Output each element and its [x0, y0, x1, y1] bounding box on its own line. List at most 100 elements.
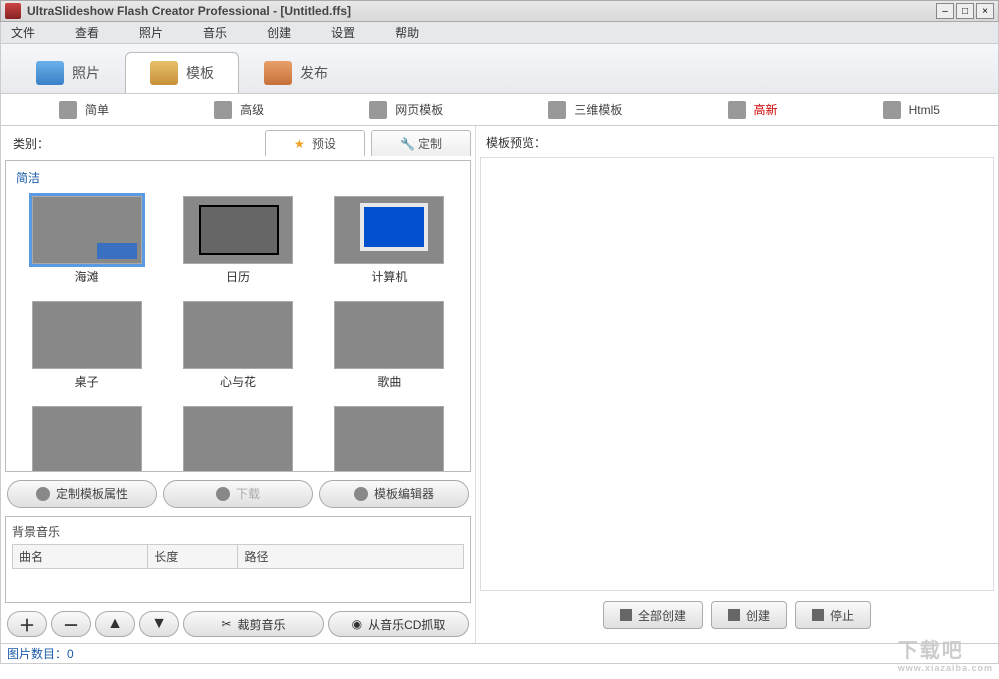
col-path[interactable]: 路径	[238, 544, 464, 568]
star-icon: ★	[294, 137, 308, 151]
cat-simple[interactable]: 简单	[41, 97, 127, 123]
html5-icon	[883, 101, 901, 119]
template-item[interactable]: 歌曲	[319, 301, 460, 390]
template-item[interactable]	[167, 406, 308, 472]
cat-new[interactable]: 高新	[710, 97, 796, 123]
bg-music-title: 背景音乐	[12, 521, 464, 544]
cat-html5[interactable]: Html5	[865, 97, 958, 123]
music-empty	[13, 568, 464, 598]
wrench-icon: 🔧	[400, 137, 414, 151]
left-panel: 类别： ★预设 🔧定制 简洁 海滩日历计算机桌子心与花歌曲 定制模板属性 下载 …	[1, 126, 476, 643]
cd-icon: ◉	[352, 617, 362, 631]
web-icon	[369, 101, 387, 119]
group-header: 简洁	[12, 167, 464, 192]
cat-web[interactable]: 网页模板	[351, 97, 461, 123]
tab-preset[interactable]: ★预设	[265, 130, 365, 156]
category-label: 类别：	[5, 131, 57, 156]
close-button[interactable]: ×	[976, 3, 994, 19]
maximize-button[interactable]: □	[956, 3, 974, 19]
music-down-button[interactable]: ▼	[139, 611, 179, 637]
template-list[interactable]: 简洁 海滩 日历 计算机桌子 心与花 歌曲	[5, 160, 471, 472]
music-from-cd-button[interactable]: ◉从音乐CD抓取	[328, 611, 469, 637]
templates-icon	[150, 61, 178, 85]
template-thumb	[334, 196, 444, 264]
template-thumb	[183, 406, 293, 472]
pencil-icon	[354, 487, 368, 501]
music-trim-button[interactable]: ✂裁剪音乐	[183, 611, 324, 637]
cat-advanced[interactable]: 高级	[196, 97, 282, 123]
preview-area	[480, 157, 994, 591]
menu-music[interactable]: 音乐	[203, 24, 227, 41]
double-arrow-down-icon	[620, 609, 632, 621]
template-editor-button[interactable]: 模板编辑器	[319, 480, 469, 508]
customize-template-button[interactable]: 定制模板属性	[7, 480, 157, 508]
music-add-button[interactable]: ＋	[7, 611, 47, 637]
template-thumb	[334, 301, 444, 369]
tab-publish[interactable]: 发布	[239, 52, 353, 93]
music-remove-button[interactable]: －	[51, 611, 91, 637]
template-item[interactable]: 计算机	[319, 196, 460, 285]
template-thumb	[334, 406, 444, 472]
tab-templates-label: 模板	[186, 63, 214, 83]
app-icon	[5, 3, 21, 19]
create-button[interactable]: 创建	[711, 601, 787, 629]
menu-settings[interactable]: 设置	[331, 24, 355, 41]
template-item[interactable]: 日历	[167, 196, 308, 285]
music-up-button[interactable]: ▲	[95, 611, 135, 637]
download-icon	[216, 487, 230, 501]
template-name: 心与花	[220, 373, 256, 390]
template-item[interactable]	[16, 406, 157, 472]
template-name: 桌子	[75, 373, 99, 390]
template-item[interactable]: 心与花	[167, 301, 308, 390]
tab-custom[interactable]: 🔧定制	[371, 130, 471, 156]
menubar: 文件 查看 照片 音乐 创建 设置 帮助	[0, 22, 999, 44]
photo-count: 图片数目：0	[7, 645, 74, 662]
main-tabs-bar: 照片 模板 发布	[0, 44, 999, 94]
template-name: 海滩	[75, 268, 99, 285]
tab-publish-label: 发布	[300, 63, 328, 83]
scissors-icon: ✂	[221, 617, 231, 631]
menu-help[interactable]: 帮助	[395, 24, 419, 41]
category-toolbar: 简单 高级 网页模板 三维模板 高新 Html5	[0, 94, 999, 126]
template-item[interactable]	[319, 406, 460, 472]
stop-button[interactable]: 停止	[795, 601, 871, 629]
template-item[interactable]: 桌子	[16, 301, 157, 390]
template-thumb	[32, 301, 142, 369]
template-name: 日历	[226, 268, 250, 285]
cat-3d[interactable]: 三维模板	[530, 97, 640, 123]
window-title: UltraSlideshow Flash Creator Professiona…	[27, 4, 936, 18]
template-name: 计算机	[371, 268, 407, 285]
menu-photo[interactable]: 照片	[139, 24, 163, 41]
menu-view[interactable]: 查看	[75, 24, 99, 41]
tab-photos[interactable]: 照片	[11, 52, 125, 93]
template-item[interactable]: 海滩	[16, 196, 157, 285]
new-icon	[728, 101, 746, 119]
music-table: 曲名 长度 路径	[12, 544, 464, 599]
stop-icon	[812, 609, 824, 621]
col-name[interactable]: 曲名	[13, 544, 148, 568]
main-area: 类别： ★预设 🔧定制 简洁 海滩日历计算机桌子心与花歌曲 定制模板属性 下载 …	[0, 126, 999, 644]
menu-create[interactable]: 创建	[267, 24, 291, 41]
simple-icon	[59, 101, 77, 119]
col-length[interactable]: 长度	[148, 544, 238, 568]
advanced-icon	[214, 101, 232, 119]
tab-photos-label: 照片	[72, 63, 100, 83]
titlebar: UltraSlideshow Flash Creator Professiona…	[0, 0, 999, 22]
right-panel: 模板预览： 全部创建 创建 停止	[476, 126, 998, 643]
menu-file[interactable]: 文件	[11, 24, 35, 41]
gear-icon	[36, 487, 50, 501]
threed-icon	[548, 101, 566, 119]
tab-templates[interactable]: 模板	[125, 52, 239, 93]
template-thumb	[183, 301, 293, 369]
arrow-down-icon	[728, 609, 740, 621]
photos-icon	[36, 61, 64, 85]
create-all-button[interactable]: 全部创建	[603, 601, 703, 629]
template-thumb	[183, 196, 293, 264]
download-button[interactable]: 下载	[163, 480, 313, 508]
background-music-panel: 背景音乐 曲名 长度 路径	[5, 516, 471, 604]
template-thumb	[32, 406, 142, 472]
minimize-button[interactable]: –	[936, 3, 954, 19]
publish-icon	[264, 61, 292, 85]
statusbar: 图片数目：0	[0, 644, 999, 664]
template-thumb	[32, 196, 142, 264]
